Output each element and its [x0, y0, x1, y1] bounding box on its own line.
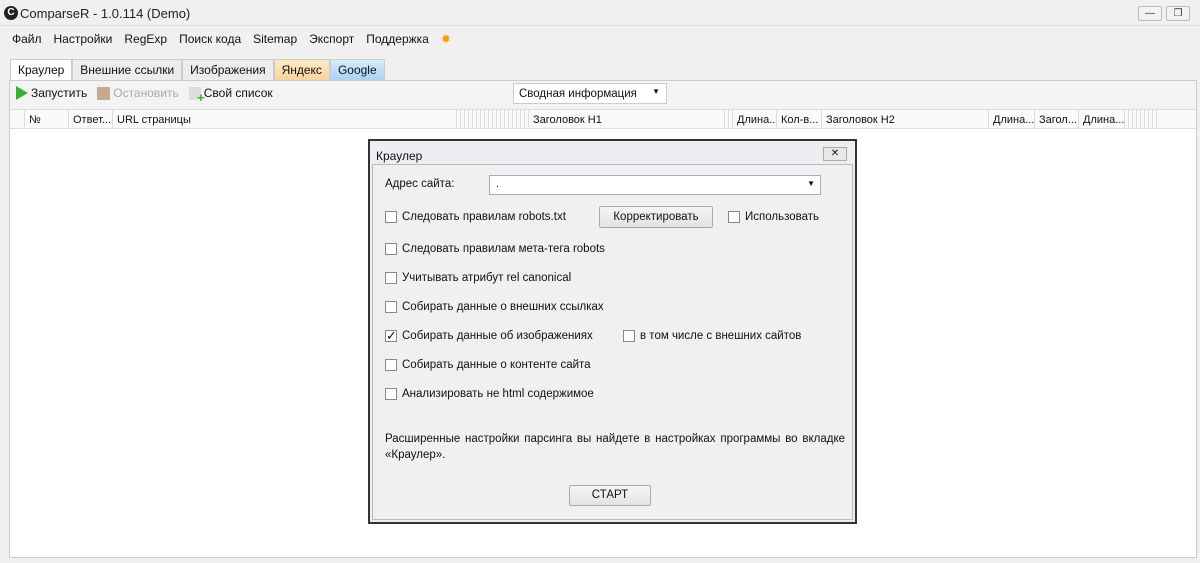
col-h2[interactable]: Заголовок H2: [821, 110, 988, 129]
tab-external-links[interactable]: Внешние ссылки: [72, 59, 183, 80]
non-html-checkbox[interactable]: Анализировать не html содержимое: [385, 388, 594, 400]
use-checkbox[interactable]: Использовать: [728, 211, 819, 223]
gear-icon[interactable]: ✹: [441, 32, 451, 46]
chevron-down-icon[interactable]: ▼: [807, 179, 815, 188]
tab-google[interactable]: Google: [329, 59, 385, 80]
dialog-title: Краулер: [376, 149, 423, 163]
tab-crawler[interactable]: Краулер: [10, 59, 73, 81]
chevron-down-icon: ▼: [652, 87, 660, 96]
stop-icon: [97, 86, 111, 100]
meta-robots-label: Следовать правилам мета-тега robots: [402, 243, 605, 255]
col-h3[interactable]: Загол...: [1034, 110, 1078, 129]
menu-export[interactable]: Экспорт: [309, 32, 354, 46]
window-title: ComparseR - 1.0.114 (Demo): [20, 6, 191, 21]
start-crawl-button[interactable]: СТАРТ: [569, 485, 651, 506]
checkbox-box[interactable]: [385, 272, 397, 284]
menu-sitemap[interactable]: Sitemap: [253, 32, 297, 46]
checkbox-box[interactable]: [728, 211, 740, 223]
canonical-checkbox[interactable]: Учитывать атрибут rel canonical: [385, 272, 571, 284]
tab-images[interactable]: Изображения: [182, 59, 274, 80]
restore-button[interactable]: ❐: [1166, 6, 1190, 21]
app-logo-icon: C: [4, 6, 18, 20]
tab-yandex[interactable]: Яндекс: [273, 59, 330, 80]
start-label: Запустить: [31, 86, 88, 100]
meta-robots-checkbox[interactable]: Следовать правилам мета-тега robots: [385, 243, 605, 255]
col-h1-count[interactable]: Кол-в...: [776, 110, 821, 129]
view-select[interactable]: Сводная информация ▼: [513, 83, 667, 104]
col-h1-length[interactable]: Длина...: [732, 110, 776, 129]
dialog-body: Адрес сайта: . ▼ Следовать правилам robot…: [372, 164, 853, 520]
content-label: Собирать данные о контенте сайта: [402, 359, 591, 371]
menu-code-search[interactable]: Поиск кода: [179, 32, 241, 46]
col-url[interactable]: URL страницы: [112, 110, 456, 129]
minimize-button[interactable]: —: [1138, 6, 1162, 21]
toolbar: Запустить Остановить Свой список: [16, 86, 279, 105]
menu-settings[interactable]: Настройки: [54, 32, 113, 46]
crawler-dialog: Краулер ✕ Адрес сайта: . ▼ Следовать прав…: [368, 139, 857, 524]
col-response[interactable]: Ответ...: [68, 110, 112, 129]
site-address-input[interactable]: . ▼: [489, 175, 821, 195]
use-label: Использовать: [745, 211, 820, 223]
canonical-label: Учитывать атрибут rel canonical: [402, 272, 572, 284]
stop-label: Остановить: [113, 86, 179, 100]
collapsed-columns: [1124, 110, 1158, 129]
start-button[interactable]: Запустить: [16, 86, 87, 100]
checkbox-box[interactable]: [385, 388, 397, 400]
play-icon: [16, 86, 28, 100]
site-address-label: Адрес сайта:: [385, 178, 455, 190]
checkbox-box[interactable]: [385, 359, 397, 371]
col-h2-length[interactable]: Длина...: [988, 110, 1034, 129]
menu-bar: Файл Настройки RegExp Поиск кода Sitemap…: [0, 30, 451, 48]
images-checkbox[interactable]: ✓ Собирать данные об изображениях: [385, 329, 593, 342]
content-checkbox[interactable]: Собирать данные о контенте сайта: [385, 359, 591, 371]
images-external-checkbox[interactable]: в том числе с внешних сайтов: [623, 330, 801, 342]
external-links-checkbox[interactable]: Собирать данные о внешних ссылках: [385, 301, 604, 313]
robots-txt-checkbox[interactable]: Следовать правилам robots.txt: [385, 211, 566, 223]
close-icon[interactable]: ✕: [823, 147, 847, 161]
collapsed-columns: [456, 110, 528, 129]
col-h3-length[interactable]: Длина...: [1078, 110, 1124, 129]
checkbox-box[interactable]: [385, 243, 397, 255]
external-links-label: Собирать данные о внешних ссылках: [402, 301, 604, 313]
own-list-label: Свой список: [203, 86, 273, 100]
title-bar: C ComparseR - 1.0.114 (Demo) — ❐: [0, 0, 1200, 26]
table-header: № Ответ... URL страницы Заголовок H1 Дли…: [10, 110, 1196, 129]
stop-button[interactable]: Остановить: [97, 86, 179, 100]
checkbox-box[interactable]: [385, 211, 397, 223]
checkbox-box[interactable]: [385, 301, 397, 313]
images-label: Собирать данные об изображениях: [402, 330, 593, 342]
menu-regexp[interactable]: RegExp: [124, 32, 167, 46]
site-address-value: .: [496, 178, 500, 190]
view-select-value: Сводная информация: [519, 88, 637, 100]
robots-txt-label: Следовать правилам robots.txt: [402, 211, 566, 223]
col-h1[interactable]: Заголовок H1: [528, 110, 724, 129]
settings-note: Расширенные настройки парсинга вы найдет…: [385, 433, 845, 461]
images-external-label: в том числе с внешних сайтов: [640, 330, 802, 342]
menu-support[interactable]: Поддержка: [366, 32, 429, 46]
checkbox-box[interactable]: [623, 330, 635, 342]
tab-bar: Краулер Внешние ссылки Изображения Яндек…: [10, 59, 385, 81]
menu-file[interactable]: Файл: [12, 32, 42, 46]
add-list-icon: [188, 86, 205, 105]
checkmark-icon[interactable]: ✓: [385, 329, 397, 342]
correct-button[interactable]: Корректировать: [599, 206, 713, 228]
non-html-label: Анализировать не html содержимое: [402, 388, 594, 400]
col-number[interactable]: №: [24, 110, 68, 129]
collapsed-columns: [724, 110, 732, 129]
own-list-button[interactable]: Свой список: [188, 86, 273, 105]
